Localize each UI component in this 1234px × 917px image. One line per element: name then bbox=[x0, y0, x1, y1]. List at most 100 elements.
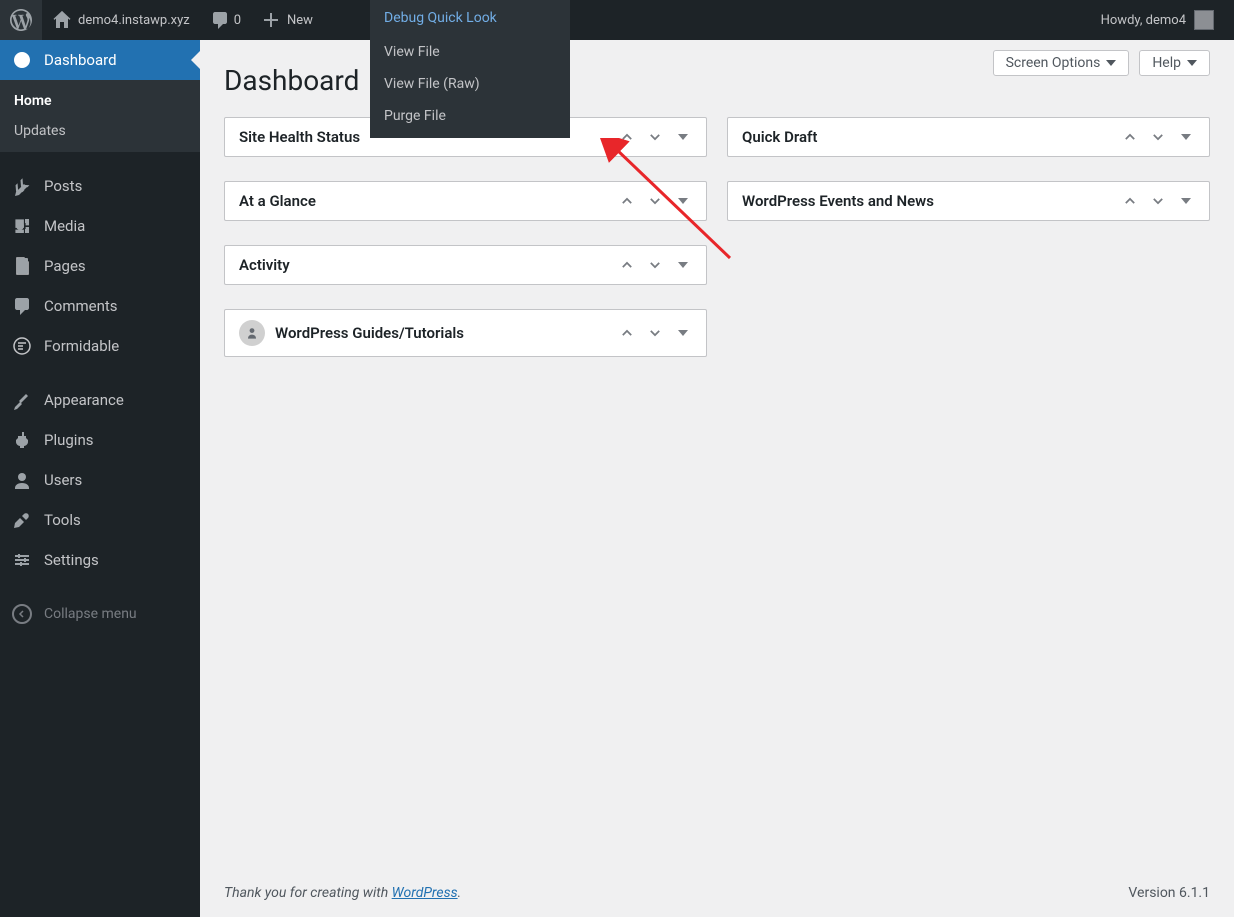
toggle-button[interactable] bbox=[674, 324, 692, 342]
caret-down-icon bbox=[678, 330, 688, 336]
menu-label: Users bbox=[44, 471, 82, 489]
comments-icon bbox=[12, 296, 32, 316]
page-title: Dashboard bbox=[224, 54, 359, 117]
media-icon bbox=[12, 216, 32, 236]
menu-settings[interactable]: Settings bbox=[0, 540, 200, 580]
formidable-icon bbox=[12, 336, 32, 356]
dashboard-icon bbox=[12, 50, 32, 70]
caret-down-icon bbox=[678, 134, 688, 140]
move-down-button[interactable] bbox=[646, 192, 664, 210]
wp-logo-menu[interactable] bbox=[0, 0, 42, 40]
move-up-button[interactable] bbox=[618, 256, 636, 274]
users-icon bbox=[12, 470, 32, 490]
widget-quick-draft: Quick Draft bbox=[727, 117, 1210, 157]
widgets-right-column: Quick Draft WordPress Events and News bbox=[727, 117, 1210, 357]
collapse-menu[interactable]: Collapse menu bbox=[0, 594, 200, 634]
move-down-button[interactable] bbox=[1149, 128, 1167, 146]
menu-plugins[interactable]: Plugins bbox=[0, 420, 200, 460]
settings-icon bbox=[12, 550, 32, 570]
plugins-icon bbox=[12, 430, 32, 450]
move-down-button[interactable] bbox=[646, 128, 664, 146]
move-down-button[interactable] bbox=[646, 256, 664, 274]
submenu-home[interactable]: Home bbox=[0, 86, 200, 116]
wordpress-link[interactable]: WordPress bbox=[392, 885, 458, 901]
menu-label: Pages bbox=[44, 257, 86, 275]
new-content-menu[interactable]: New bbox=[251, 0, 323, 40]
admin-bar: demo4.instawp.xyz 0 New Howdy, demo4 bbox=[0, 0, 1234, 40]
widget-title: WordPress Guides/Tutorials bbox=[275, 324, 464, 342]
menu-label: Appearance bbox=[44, 391, 124, 409]
move-up-button[interactable] bbox=[1121, 128, 1139, 146]
menu-label: Dashboard bbox=[44, 51, 117, 69]
home-icon bbox=[52, 10, 72, 30]
menu-posts[interactable]: Posts bbox=[0, 166, 200, 206]
toggle-button[interactable] bbox=[1177, 128, 1195, 146]
help-button[interactable]: Help bbox=[1139, 50, 1210, 76]
toggle-button[interactable] bbox=[1177, 192, 1195, 210]
caret-down-icon bbox=[1181, 134, 1191, 140]
move-up-button[interactable] bbox=[618, 324, 636, 342]
dropdown-item-purge-file[interactable]: Purge File bbox=[370, 100, 570, 132]
footer-version: Version 6.1.1 bbox=[1128, 885, 1210, 901]
dropdown-item-view-file-raw[interactable]: View File (Raw) bbox=[370, 68, 570, 100]
caret-down-icon bbox=[1181, 198, 1191, 204]
site-name-menu[interactable]: demo4.instawp.xyz bbox=[42, 0, 200, 40]
toggle-button[interactable] bbox=[674, 128, 692, 146]
debug-quick-look-dropdown: Debug Quick Look View File View File (Ra… bbox=[370, 0, 570, 138]
menu-appearance[interactable]: Appearance bbox=[0, 380, 200, 420]
caret-down-icon bbox=[1187, 60, 1197, 66]
screen-options-label: Screen Options bbox=[1006, 55, 1101, 71]
howdy-text: Howdy, demo4 bbox=[1101, 13, 1186, 28]
dropdown-item-view-file[interactable]: View File bbox=[370, 36, 570, 68]
caret-down-icon bbox=[678, 262, 688, 268]
caret-down-icon bbox=[678, 198, 688, 204]
appearance-icon bbox=[12, 390, 32, 410]
toggle-button[interactable] bbox=[674, 256, 692, 274]
widget-title: At a Glance bbox=[239, 192, 618, 210]
widget-title: Activity bbox=[239, 256, 618, 274]
move-up-button[interactable] bbox=[1121, 192, 1139, 210]
menu-formidable[interactable]: Formidable bbox=[0, 326, 200, 366]
menu-media[interactable]: Media bbox=[0, 206, 200, 246]
menu-comments[interactable]: Comments bbox=[0, 286, 200, 326]
menu-label: Posts bbox=[44, 177, 82, 195]
my-account-menu[interactable]: Howdy, demo4 bbox=[1091, 0, 1224, 40]
collapse-label: Collapse menu bbox=[44, 606, 137, 622]
menu-tools[interactable]: Tools bbox=[0, 500, 200, 540]
admin-sidebar: Dashboard Home Updates Posts Media Pages… bbox=[0, 40, 200, 917]
menu-label: Comments bbox=[44, 297, 118, 315]
menu-dashboard[interactable]: Dashboard bbox=[0, 40, 200, 80]
footer-thankyou: Thank you for creating with WordPress. bbox=[224, 885, 461, 901]
move-down-button[interactable] bbox=[646, 324, 664, 342]
comments-menu[interactable]: 0 bbox=[200, 0, 251, 40]
dropdown-header[interactable]: Debug Quick Look bbox=[370, 0, 570, 36]
avatar-icon bbox=[1194, 10, 1214, 30]
widget-at-a-glance: At a Glance bbox=[224, 181, 707, 221]
move-up-button[interactable] bbox=[618, 128, 636, 146]
pages-icon bbox=[12, 256, 32, 276]
menu-label: Formidable bbox=[44, 337, 119, 355]
submenu-updates[interactable]: Updates bbox=[0, 116, 200, 146]
move-up-button[interactable] bbox=[618, 192, 636, 210]
admin-footer: Thank you for creating with WordPress. V… bbox=[200, 869, 1234, 917]
toggle-button[interactable] bbox=[674, 192, 692, 210]
menu-users[interactable]: Users bbox=[0, 460, 200, 500]
guide-avatar-icon bbox=[239, 320, 265, 346]
widgets-left-column: Site Health Status At a Glance bbox=[224, 117, 707, 357]
menu-label: Plugins bbox=[44, 431, 93, 449]
menu-label: Media bbox=[44, 217, 85, 235]
help-label: Help bbox=[1152, 55, 1181, 71]
collapse-icon bbox=[12, 604, 32, 624]
main-content: Screen Options Help Dashboard Site Healt… bbox=[200, 40, 1234, 917]
widget-wp-events-news: WordPress Events and News bbox=[727, 181, 1210, 221]
widget-wp-guides: WordPress Guides/Tutorials bbox=[224, 309, 707, 357]
plus-icon bbox=[261, 10, 281, 30]
widget-title: Quick Draft bbox=[742, 128, 1121, 146]
wordpress-logo-icon bbox=[10, 9, 32, 31]
tools-icon bbox=[12, 510, 32, 530]
move-down-button[interactable] bbox=[1149, 192, 1167, 210]
comments-count: 0 bbox=[234, 13, 241, 28]
menu-pages[interactable]: Pages bbox=[0, 246, 200, 286]
screen-options-button[interactable]: Screen Options bbox=[993, 50, 1130, 76]
caret-down-icon bbox=[1106, 60, 1116, 66]
